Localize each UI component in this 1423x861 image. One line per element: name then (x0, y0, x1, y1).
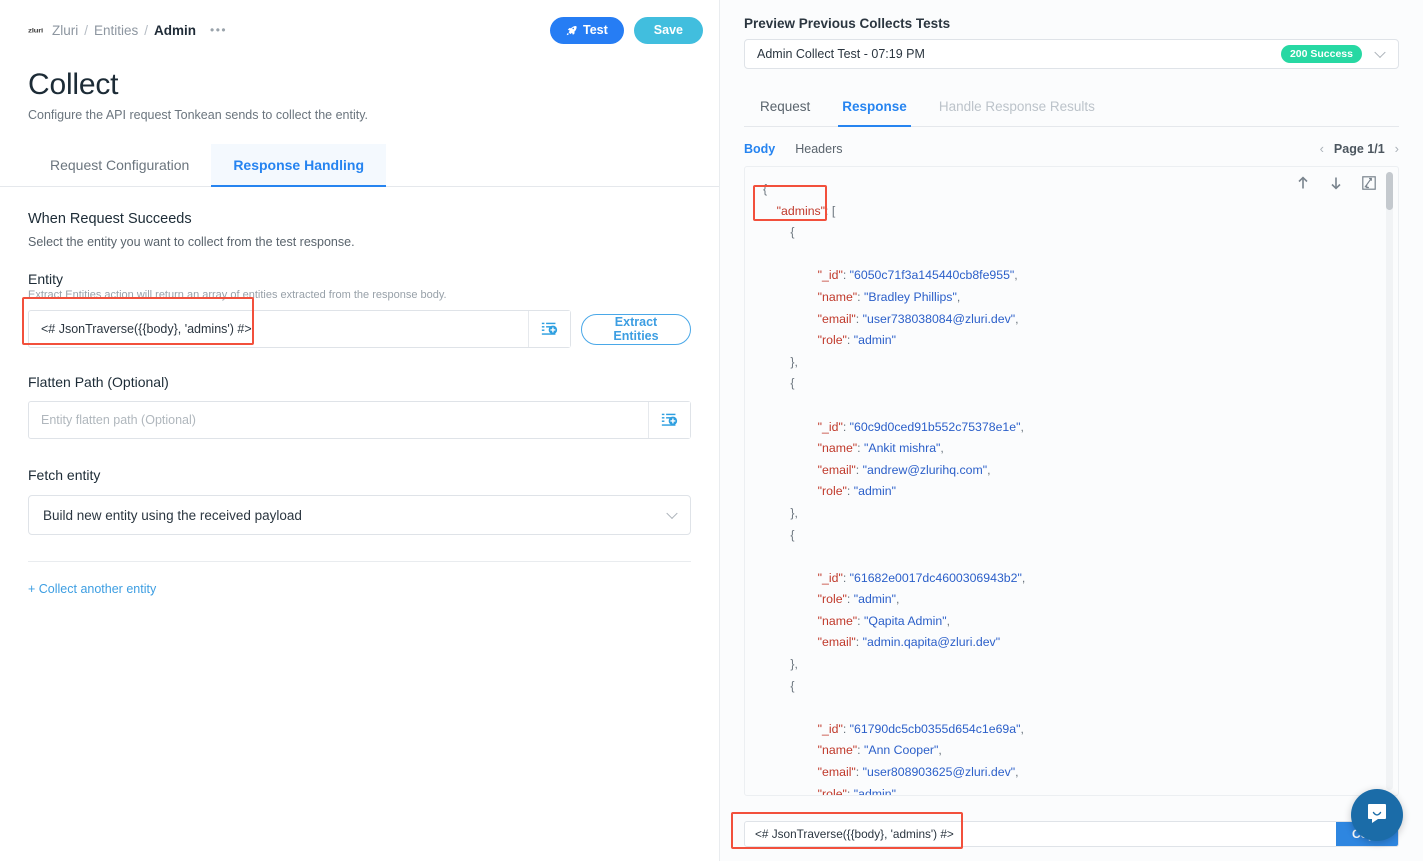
page-title: Collect (28, 68, 691, 102)
chevron-down-icon (1374, 47, 1385, 58)
flatten-path-label: Flatten Path (Optional) (28, 374, 691, 390)
entity-input-row: Extract Entities (28, 310, 691, 348)
chevron-down-icon (666, 508, 677, 519)
json-content: { "admins": [ { "_id": "6050c71f3a145440… (745, 167, 1398, 796)
previous-test-select[interactable]: Admin Collect Test - 07:19 PM 200 Succes… (744, 39, 1399, 69)
top-bar: zluri Zluri / Entities / Admin ••• Test (0, 0, 719, 60)
collect-configuration-screen: zluri Zluri / Entities / Admin ••• Test (0, 0, 1423, 861)
breadcrumb-item-admin: Admin (154, 23, 196, 38)
response-tabs: Request Response Handle Response Results (744, 89, 1399, 127)
expression-input[interactable] (745, 822, 1336, 846)
intercom-chat-button[interactable] (1351, 789, 1403, 841)
status-badge: 200 Success (1281, 45, 1362, 63)
test-button[interactable]: Test (550, 17, 624, 44)
breadcrumb-item-zluri[interactable]: Zluri (52, 23, 78, 38)
body-headers-row: Body Headers ‹ Page 1/1 › (744, 141, 1399, 156)
json-viewer-tools (1296, 176, 1376, 190)
entity-label: Entity (28, 271, 691, 287)
expression-copy-bar: Copy (744, 821, 1399, 847)
insert-variable-icon[interactable] (528, 311, 570, 347)
breadcrumb-separator: / (144, 23, 148, 38)
test-button-label: Test (583, 23, 608, 37)
flatten-path-input-wrap (28, 401, 691, 439)
scroll-up-icon[interactable] (1296, 176, 1310, 190)
left-config-panel: zluri Zluri / Entities / Admin ••• Test (0, 0, 720, 861)
entity-input-wrap (28, 310, 571, 348)
zluri-logo-icon: zluri (28, 26, 43, 34)
chat-bubble-icon (1365, 801, 1389, 830)
fetch-entity-select[interactable]: Build new entity using the received payl… (28, 495, 691, 535)
extract-entities-button[interactable]: Extract Entities (581, 314, 691, 345)
section-divider (28, 561, 691, 562)
json-scrollbar[interactable] (1386, 172, 1393, 790)
config-tabs: Request Configuration Response Handling (0, 144, 719, 187)
tab-request[interactable]: Request (744, 89, 826, 126)
subtab-body[interactable]: Body (744, 142, 775, 156)
subtab-headers[interactable]: Headers (795, 142, 842, 156)
fetch-entity-selected-value: Build new entity using the received payl… (43, 508, 302, 523)
tab-handle-response-results: Handle Response Results (923, 89, 1111, 126)
expression-input-wrap: Copy (744, 821, 1399, 847)
top-actions: Test Save (550, 17, 703, 44)
page-indicator: Page 1/1 (1334, 142, 1385, 156)
preview-panel: Preview Previous Collects Tests Admin Co… (720, 0, 1423, 861)
tab-response[interactable]: Response (826, 89, 923, 126)
entity-input[interactable] (29, 311, 528, 347)
preview-title: Preview Previous Collects Tests (744, 0, 1399, 39)
breadcrumb-item-entities[interactable]: Entities (94, 23, 138, 38)
json-scrollbar-thumb[interactable] (1386, 172, 1393, 210)
when-request-succeeds-title: When Request Succeeds (28, 211, 691, 227)
when-request-succeeds-description: Select the entity you want to collect fr… (28, 235, 691, 249)
breadcrumb: zluri Zluri / Entities / Admin ••• (28, 23, 227, 38)
left-content: Collect Configure the API request Tonkea… (0, 68, 719, 598)
breadcrumb-separator: / (84, 23, 88, 38)
tab-response-handling[interactable]: Response Handling (211, 144, 386, 186)
entity-hint: Extract Entities action will return an a… (28, 289, 691, 301)
pager: ‹ Page 1/1 › (1320, 141, 1399, 156)
rocket-icon (566, 25, 577, 36)
insert-variable-icon[interactable] (648, 402, 690, 438)
previous-test-selected-value: Admin Collect Test - 07:19 PM (757, 47, 925, 61)
response-body-viewer: { "admins": [ { "_id": "6050c71f3a145440… (744, 166, 1399, 796)
expand-icon[interactable] (1362, 176, 1376, 190)
flatten-path-input[interactable] (29, 402, 648, 438)
scroll-down-icon[interactable] (1329, 176, 1343, 190)
save-button[interactable]: Save (634, 17, 703, 44)
collect-another-entity-link[interactable]: + Collect another entity (28, 582, 156, 596)
prev-page-icon[interactable]: ‹ (1320, 141, 1324, 156)
more-options-icon[interactable]: ••• (210, 23, 227, 37)
fetch-entity-label: Fetch entity (28, 467, 691, 483)
tab-request-configuration[interactable]: Request Configuration (28, 144, 211, 186)
next-page-icon[interactable]: › (1395, 141, 1399, 156)
page-subtitle: Configure the API request Tonkean sends … (28, 108, 691, 122)
